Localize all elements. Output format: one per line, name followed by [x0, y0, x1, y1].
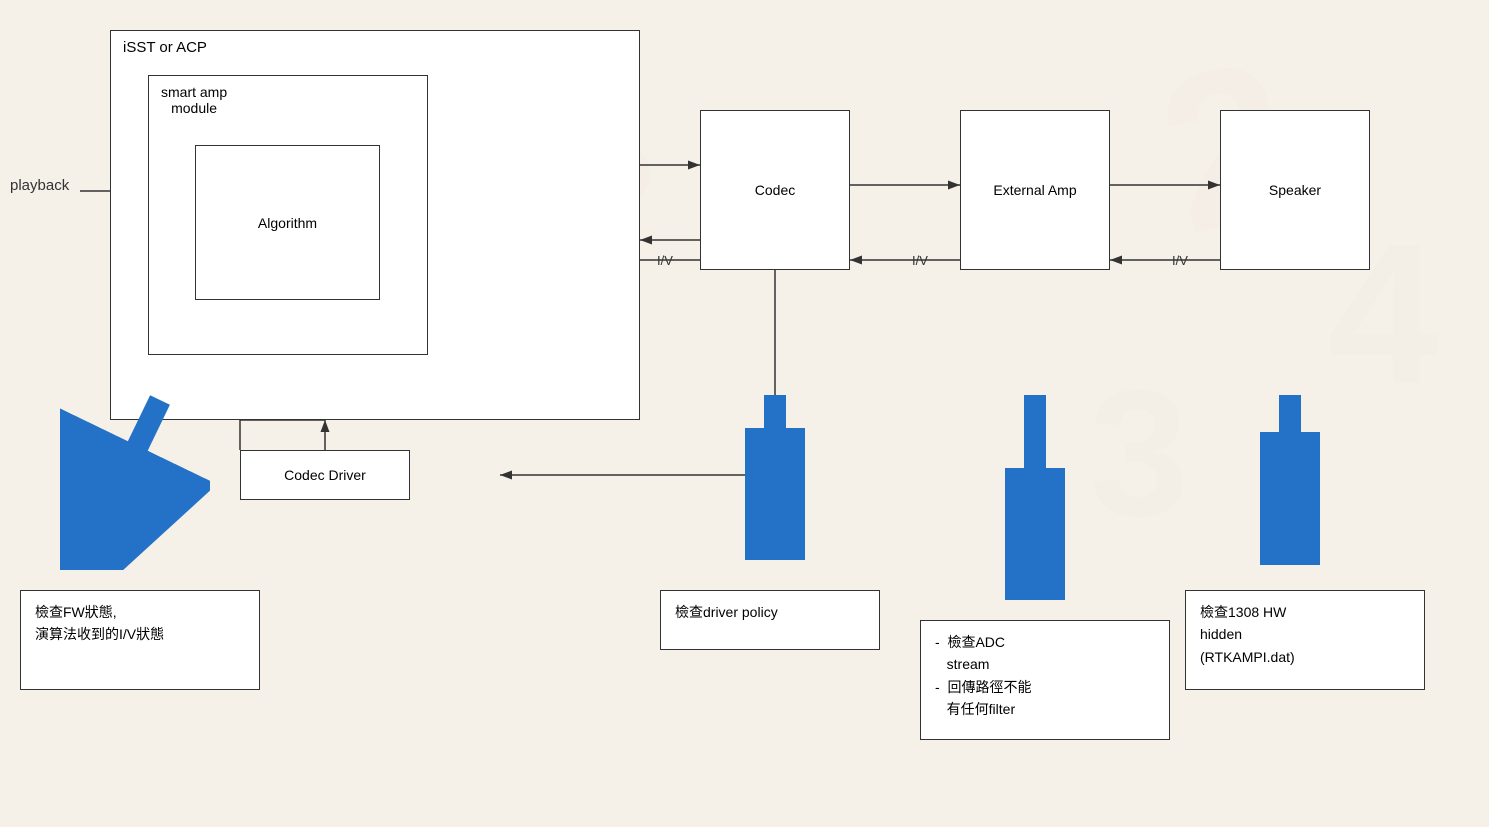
- blue-arrow-speaker: [1260, 390, 1320, 565]
- algorithm-label: Algorithm: [258, 215, 317, 231]
- isst-acp-label: iSST or ACP: [123, 39, 207, 56]
- info-box-center: 檢查driver policy: [660, 590, 880, 650]
- watermark-3: 3: [1089, 350, 1189, 557]
- info-box-right-mid: - 檢查ADC stream - 回傳路徑不能 有任何filter: [920, 620, 1170, 740]
- algorithm-box: Algorithm: [195, 145, 380, 300]
- info-text-center: 檢查driver policy: [675, 604, 778, 620]
- codec-driver-label: Codec Driver: [284, 467, 366, 483]
- info-text-right-mid: - 檢查ADC stream - 回傳路徑不能 有任何filter: [935, 634, 1031, 717]
- speaker-box: Speaker: [1220, 110, 1370, 270]
- codec-box: Codec: [700, 110, 850, 270]
- playback-label: playback: [10, 177, 69, 194]
- info-box-right: 檢查1308 HWhidden(RTKAMPI.dat): [1185, 590, 1425, 690]
- diagram-container: 2 4 3 ? iSST or ACP smart ampmodule Algo…: [0, 0, 1489, 827]
- blue-arrow-ext-amp: [1005, 390, 1065, 600]
- smart-amp-label: smart ampmodule: [161, 84, 227, 116]
- info-text-right: 檢查1308 HWhidden(RTKAMPI.dat): [1200, 604, 1295, 665]
- external-amp-label: External Amp: [993, 182, 1076, 198]
- info-box-left: 檢查FW狀態,演算法收到的I/V狀態: [20, 590, 260, 690]
- external-amp-box: External Amp: [960, 110, 1110, 270]
- info-text-left: 檢查FW狀態,演算法收到的I/V狀態: [35, 604, 164, 642]
- iv-label-3: I/V: [1172, 253, 1188, 268]
- blue-arrow-codec: [745, 390, 805, 560]
- codec-driver-box: Codec Driver: [240, 450, 410, 500]
- iv-label-2: I/V: [912, 253, 928, 268]
- codec-label: Codec: [755, 182, 795, 198]
- iv-label-1: I/V: [657, 253, 673, 268]
- speaker-label: Speaker: [1269, 182, 1321, 198]
